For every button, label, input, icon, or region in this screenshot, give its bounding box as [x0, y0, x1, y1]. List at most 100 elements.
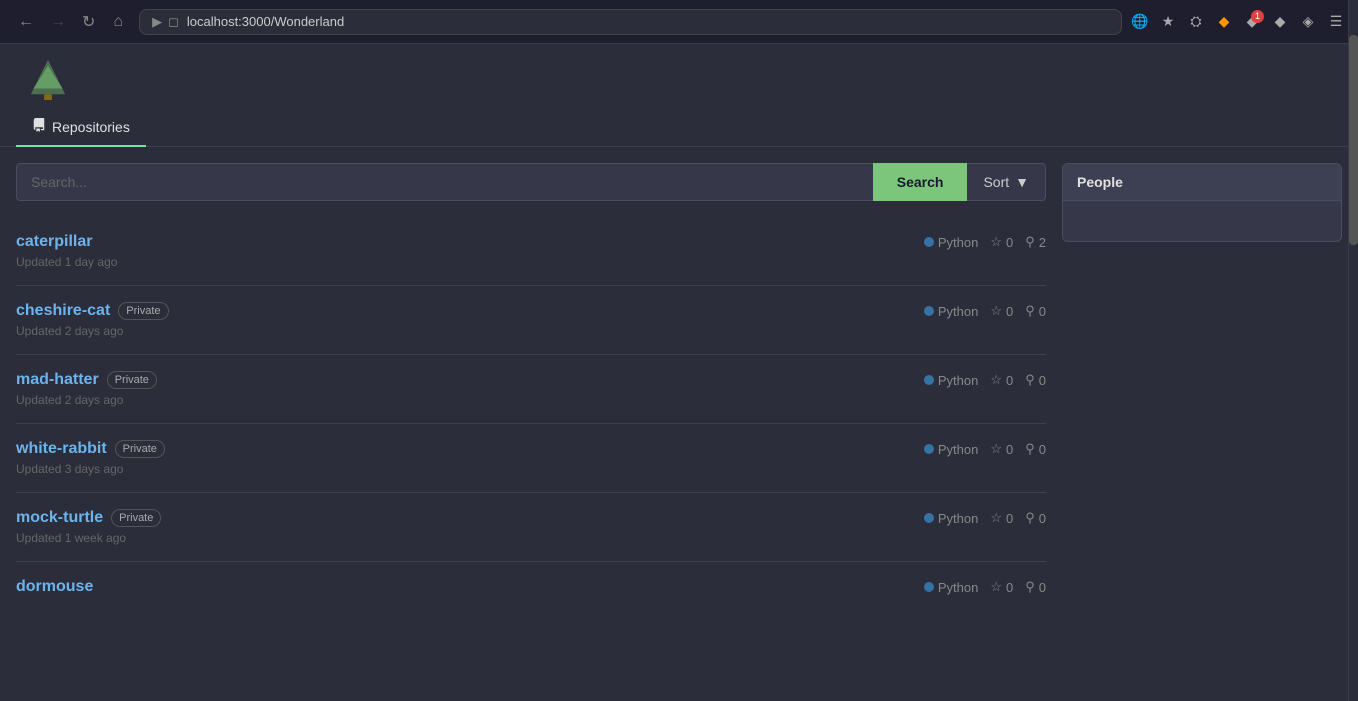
repo-updated: Updated 1 day ago	[16, 255, 1046, 269]
fork-count: 0	[1039, 442, 1046, 457]
user-icon[interactable]: ◆	[1270, 12, 1290, 32]
language-dot	[924, 513, 934, 523]
chevron-down-icon: ▼	[1015, 174, 1029, 190]
menu-icon[interactable]: ☰	[1326, 12, 1346, 32]
language-name: Python	[938, 304, 978, 319]
url-text: localhost:3000/Wonderland	[187, 14, 1109, 29]
repo-name-section: cheshire-cat Private	[16, 302, 169, 320]
star-count: 0	[1006, 235, 1013, 250]
fork-icon: ⚲	[1025, 579, 1035, 595]
repo-item: white-rabbit Private Python ☆ 0 ⚲ 0 Updat…	[16, 424, 1046, 493]
people-body	[1063, 201, 1341, 241]
scrollbar[interactable]	[1348, 0, 1358, 701]
repo-updated: Updated 1 week ago	[16, 531, 1046, 545]
language-dot	[924, 375, 934, 385]
language-item: Python	[924, 373, 978, 388]
language-dot	[924, 582, 934, 592]
forks-item: ⚲ 0	[1025, 579, 1046, 595]
forks-item: ⚲ 0	[1025, 303, 1046, 319]
forward-button[interactable]: →	[44, 9, 72, 35]
repo-header: dormouse Python ☆ 0 ⚲ 0	[16, 578, 1046, 596]
fork-icon: ⚲	[1025, 510, 1035, 526]
star-icon: ☆	[990, 234, 1002, 250]
repo-header: mad-hatter Private Python ☆ 0 ⚲ 0	[16, 371, 1046, 389]
fork-icon: ⚲	[1025, 234, 1035, 250]
repo-name-link[interactable]: mad-hatter	[16, 371, 99, 389]
nav-buttons: ← → ↻ ⌂	[12, 8, 131, 36]
forks-item: ⚲ 2	[1025, 234, 1046, 250]
language-item: Python	[924, 304, 978, 319]
org-logo[interactable]	[16, 52, 80, 100]
repo-icon	[32, 118, 46, 135]
stars-item: ☆ 0	[990, 579, 1013, 595]
star-count: 0	[1006, 304, 1013, 319]
language-name: Python	[938, 235, 978, 250]
home-button[interactable]: ⌂	[105, 9, 131, 35]
translate-icon[interactable]: 🌐	[1130, 12, 1150, 32]
repo-name-link[interactable]: cheshire-cat	[16, 302, 110, 320]
forks-item: ⚲ 0	[1025, 441, 1046, 457]
language-item: Python	[924, 580, 978, 595]
repo-list: caterpillar Python ☆ 0 ⚲ 2 Updated 1 day…	[16, 217, 1046, 616]
private-badge: Private	[107, 371, 157, 389]
repo-header: white-rabbit Private Python ☆ 0 ⚲ 0	[16, 440, 1046, 458]
star-count: 0	[1006, 373, 1013, 388]
star-count: 0	[1006, 580, 1013, 595]
tab-repositories[interactable]: Repositories	[16, 108, 146, 147]
repo-updated: Updated 2 days ago	[16, 324, 1046, 338]
language-dot	[924, 237, 934, 247]
shield-icon: ▶	[152, 14, 162, 30]
language-dot	[924, 444, 934, 454]
people-column: People	[1062, 163, 1342, 242]
repo-item: caterpillar Python ☆ 0 ⚲ 2 Updated 1 day…	[16, 217, 1046, 286]
star-count: 0	[1006, 511, 1013, 526]
tab-repositories-label: Repositories	[52, 119, 130, 135]
fork-count: 0	[1039, 304, 1046, 319]
browser-actions: 🌐 ★ ⛭ ◆ ◆ 1 ◆ ◈ ☰	[1130, 12, 1346, 32]
language-item: Python	[924, 442, 978, 457]
repo-meta: Python ☆ 0 ⚲ 0	[924, 372, 1046, 388]
notification-badge: 1	[1251, 10, 1264, 23]
repo-updated: Updated 3 days ago	[16, 462, 1046, 476]
logo-section	[0, 44, 1358, 108]
repo-name-link[interactable]: mock-turtle	[16, 509, 103, 527]
star-icon: ☆	[990, 303, 1002, 319]
lock-icon: ◻	[168, 14, 179, 30]
repo-name-link[interactable]: dormouse	[16, 578, 93, 596]
fork-count: 2	[1039, 235, 1046, 250]
extensions-icon[interactable]: ⛭	[1186, 12, 1206, 32]
private-badge: Private	[111, 509, 161, 527]
language-dot	[924, 306, 934, 316]
repo-name-link[interactable]: white-rabbit	[16, 440, 107, 458]
search-bar: Search Sort ▼	[16, 163, 1046, 201]
bookmark-icon[interactable]: ★	[1158, 12, 1178, 32]
search-button[interactable]: Search	[873, 163, 968, 201]
private-badge: Private	[118, 302, 168, 320]
repo-meta: Python ☆ 0 ⚲ 2	[924, 234, 1046, 250]
address-bar[interactable]: ▶ ◻ localhost:3000/Wonderland	[139, 9, 1122, 35]
addon-badge-icon[interactable]: ◆ 1	[1242, 12, 1262, 32]
repo-name-link[interactable]: caterpillar	[16, 233, 92, 251]
scroll-thumb[interactable]	[1349, 35, 1358, 245]
repo-item: mock-turtlePrivate Python ☆ 0 ⚲ 0 Update…	[16, 493, 1046, 562]
language-name: Python	[938, 442, 978, 457]
repo-updated: Updated 2 days ago	[16, 393, 1046, 407]
fork-icon: ⚲	[1025, 303, 1035, 319]
star-icon: ☆	[990, 441, 1002, 457]
search-input[interactable]	[16, 163, 873, 201]
private-badge: Private	[115, 440, 165, 458]
logo-tree-svg	[28, 58, 68, 100]
sort-button[interactable]: Sort ▼	[967, 163, 1046, 201]
stars-item: ☆ 0	[990, 372, 1013, 388]
repo-header: caterpillar Python ☆ 0 ⚲ 2	[16, 233, 1046, 251]
back-button[interactable]: ←	[12, 9, 40, 35]
reload-button[interactable]: ↻	[76, 8, 101, 36]
repo-meta: Python ☆ 0 ⚲ 0	[924, 441, 1046, 457]
firefox-icon[interactable]: ◆	[1214, 12, 1234, 32]
repo-item: dormouse Python ☆ 0 ⚲ 0	[16, 562, 1046, 616]
repo-name-section: dormouse	[16, 578, 93, 596]
stars-item: ☆ 0	[990, 303, 1013, 319]
translate2-icon[interactable]: ◈	[1298, 12, 1318, 32]
star-icon: ☆	[990, 372, 1002, 388]
fork-count: 0	[1039, 373, 1046, 388]
